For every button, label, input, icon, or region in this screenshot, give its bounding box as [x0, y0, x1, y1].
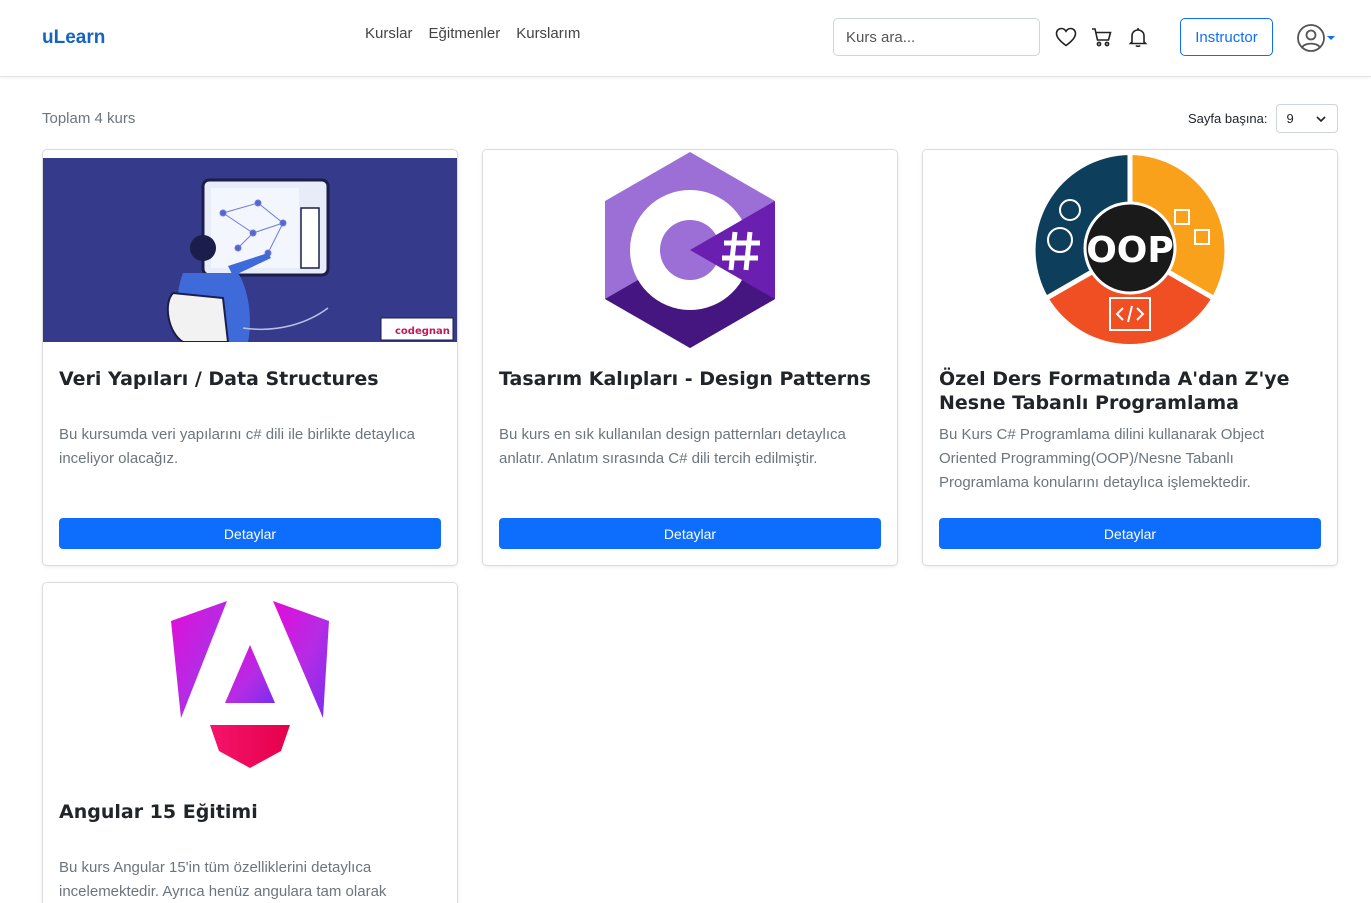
- course-image[interactable]: codegnan: [43, 158, 457, 342]
- user-avatar-icon: [1297, 24, 1325, 52]
- cart-icon[interactable]: [1090, 25, 1114, 49]
- course-title[interactable]: Veri Yapıları / Data Structures: [59, 367, 441, 391]
- course-image[interactable]: OOP: [923, 150, 1337, 350]
- data-structures-illustration: codegnan: [166, 178, 454, 342]
- nav-link-my-courses[interactable]: Kurslarım: [516, 25, 580, 42]
- course-description: Bu kurs Angular 15'in tüm özelliklerini …: [59, 859, 387, 900]
- nav-link-instructors[interactable]: Eğitmenler: [429, 25, 501, 42]
- bell-icon[interactable]: [1126, 25, 1150, 49]
- course-title[interactable]: Özel Ders Formatında A'dan Z'ye Nesne Ta…: [939, 367, 1321, 415]
- nav-link-courses[interactable]: Kurslar: [365, 25, 413, 42]
- total-courses-text: Toplam 4 kurs: [42, 110, 136, 127]
- angular-logo-icon: [171, 601, 329, 768]
- per-page-value: 9: [1286, 111, 1294, 126]
- csharp-logo-icon: C#: [605, 152, 775, 348]
- course-card: OOP Özel Ders Formatında A'dan Z'ye Nesn…: [922, 149, 1338, 566]
- course-description: Bu kursumda veri yapılarını c# dili ile …: [59, 426, 415, 467]
- nav-links: Kurslar Eğitmenler Kurslarım: [365, 25, 580, 42]
- course-title[interactable]: Tasarım Kalıpları - Design Patterns: [499, 367, 881, 391]
- navbar: uLearn Kurslar Eğitmenler Kurslarım Inst…: [0, 0, 1371, 77]
- oop-text: OOP: [1086, 230, 1174, 271]
- image-brand-text: codegnan: [395, 326, 450, 337]
- course-card: C# Tasarım Kalıpları - Design Patterns B…: [482, 149, 898, 566]
- course-image[interactable]: C#: [483, 150, 897, 350]
- caret-down-icon: [1327, 36, 1335, 40]
- per-page-control: Sayfa başına: 9: [1188, 104, 1338, 133]
- per-page-select[interactable]: 9: [1275, 104, 1338, 133]
- course-card: codegnan Veri Yapıları / Data Structures…: [42, 149, 458, 566]
- heart-icon[interactable]: [1054, 25, 1078, 49]
- instructor-button[interactable]: Instructor: [1180, 18, 1273, 56]
- course-description: Bu Kurs C# Programlama dilini kullanarak…: [939, 426, 1265, 491]
- details-button[interactable]: Detaylar: [499, 518, 881, 549]
- brand-logo[interactable]: uLearn: [42, 27, 105, 49]
- details-button[interactable]: Detaylar: [939, 518, 1321, 549]
- course-card: Angular 15 Eğitimi Bu kurs Angular 15'in…: [42, 582, 458, 903]
- details-button[interactable]: Detaylar: [59, 518, 441, 549]
- chevron-down-icon: [1315, 115, 1326, 122]
- course-description: Bu kurs en sık kullanılan design pattern…: [499, 426, 846, 467]
- search-input[interactable]: [833, 18, 1040, 56]
- course-title[interactable]: Angular 15 Eğitimi: [59, 800, 441, 824]
- user-menu[interactable]: [1296, 23, 1338, 53]
- oop-logo-icon: OOP: [1035, 152, 1225, 345]
- course-image[interactable]: [43, 583, 457, 783]
- per-page-label: Sayfa başına:: [1188, 111, 1268, 126]
